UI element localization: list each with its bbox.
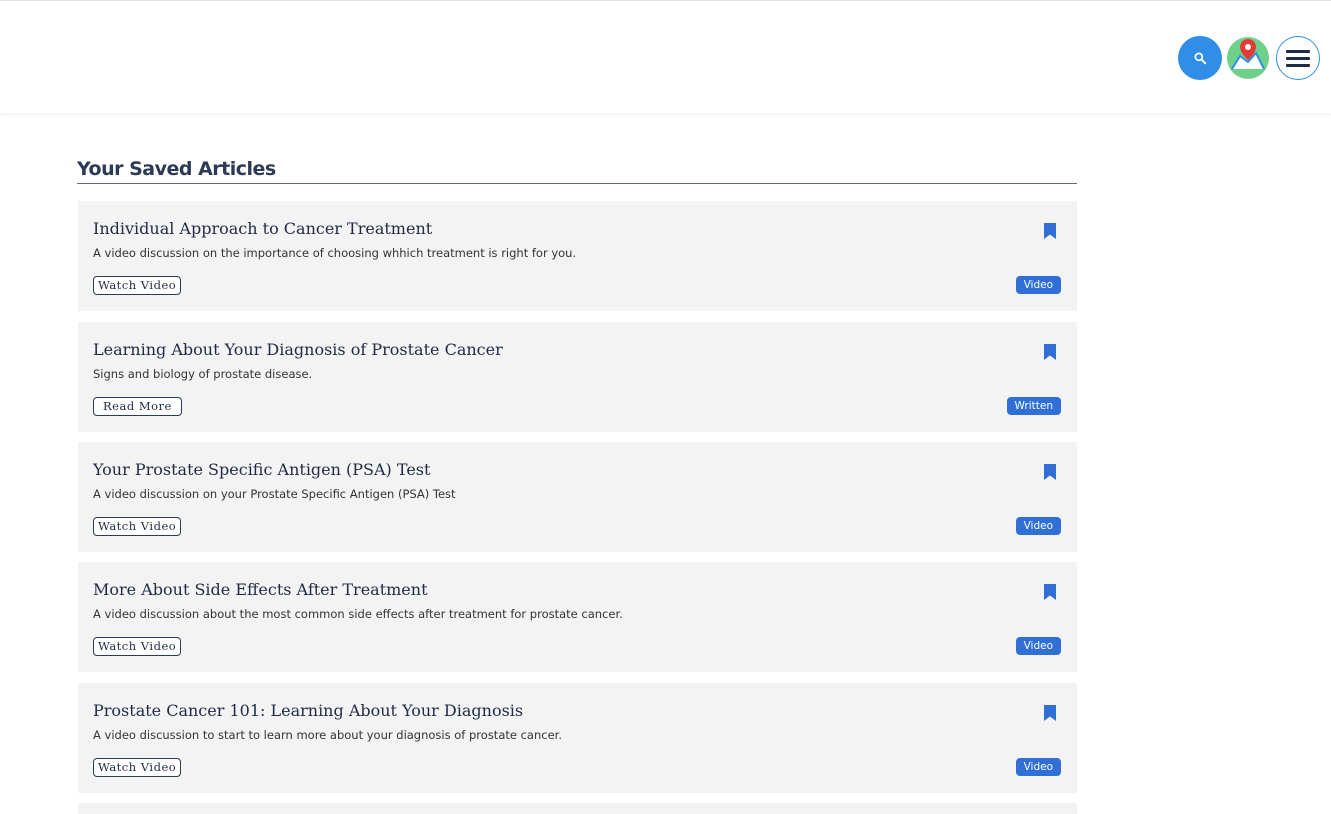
saved-article-card-partial — [78, 803, 1077, 814]
saved-article-card: Learning About Your Diagnosis of Prostat… — [78, 322, 1077, 432]
saved-article-card: Your Prostate Specific Antigen (PSA) Tes… — [78, 442, 1077, 552]
title-divider — [77, 183, 1077, 184]
map-pin-icon — [1227, 37, 1269, 79]
article-description: A video discussion to start to learn mor… — [93, 728, 562, 742]
article-title[interactable]: More About Side Effects After Treatment — [93, 580, 428, 599]
saved-article-card: Prostate Cancer 101: Learning About Your… — [78, 683, 1077, 793]
page-title: Your Saved Articles — [77, 158, 276, 180]
article-type-badge: Video — [1015, 517, 1061, 535]
article-title[interactable]: Learning About Your Diagnosis of Prostat… — [93, 340, 503, 359]
article-description: A video discussion on the importance of … — [93, 246, 577, 260]
article-description: Signs and biology of prostate disease. — [93, 367, 313, 381]
article-type-badge: Written — [1006, 397, 1061, 415]
map-button[interactable] — [1226, 36, 1270, 80]
article-description: A video discussion on your Prostate Spec… — [93, 487, 456, 501]
saved-article-card: More About Side Effects After Treatment … — [78, 562, 1077, 672]
article-title[interactable]: Individual Approach to Cancer Treatment — [93, 219, 432, 238]
saved-article-card: Individual Approach to Cancer Treatment … — [78, 201, 1077, 311]
article-type-badge: Video — [1015, 276, 1061, 294]
bookmark-icon[interactable] — [1043, 222, 1057, 240]
article-title[interactable]: Your Prostate Specific Antigen (PSA) Tes… — [93, 460, 430, 479]
bookmark-icon[interactable] — [1043, 463, 1057, 481]
search-button[interactable] — [1178, 36, 1222, 80]
search-icon — [1194, 52, 1207, 65]
read-more-button[interactable]: Read More — [93, 397, 182, 416]
bookmark-icon[interactable] — [1043, 704, 1057, 722]
site-header — [0, 1, 1331, 113]
watch-video-button[interactable]: Watch Video — [93, 758, 182, 777]
watch-video-button[interactable]: Watch Video — [93, 517, 182, 536]
article-title[interactable]: Prostate Cancer 101: Learning About Your… — [93, 701, 523, 720]
article-type-badge: Video — [1015, 637, 1061, 655]
article-description: A video discussion about the most common… — [93, 607, 623, 621]
article-type-badge: Video — [1015, 758, 1061, 776]
watch-video-button[interactable]: Watch Video — [93, 637, 182, 656]
hamburger-menu-icon — [1286, 50, 1310, 67]
bookmark-icon[interactable] — [1043, 343, 1057, 361]
menu-button[interactable] — [1276, 36, 1320, 80]
bookmark-icon[interactable] — [1043, 583, 1057, 601]
watch-video-button[interactable]: Watch Video — [93, 276, 182, 295]
